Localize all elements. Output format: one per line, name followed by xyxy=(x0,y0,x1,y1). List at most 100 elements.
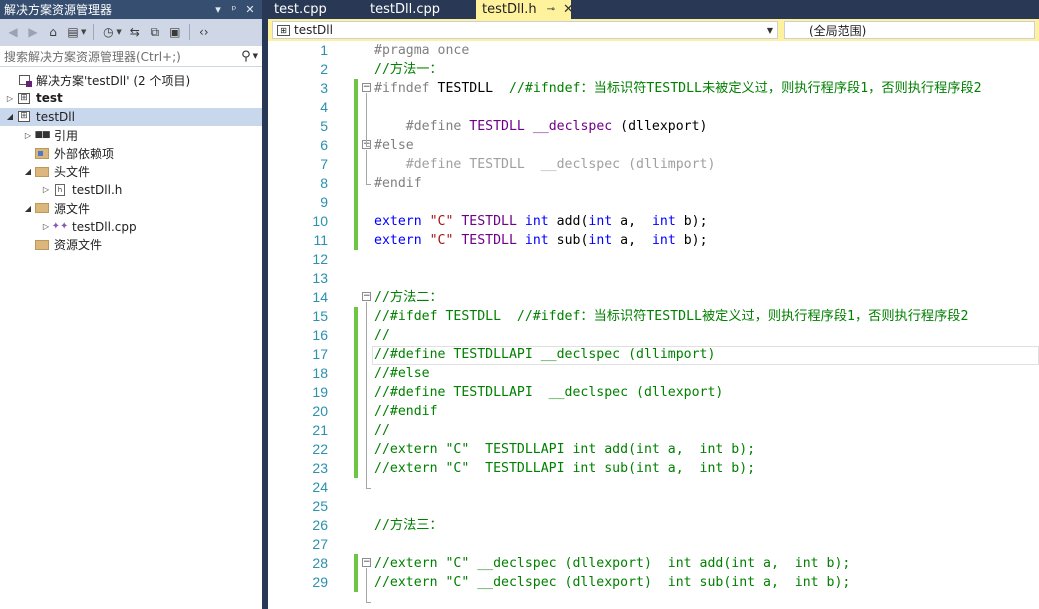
code-line[interactable]: 28 −//extern "C" __declspec (dllexport) i… xyxy=(268,554,1039,573)
code-line[interactable]: 18 //#else xyxy=(268,364,1039,383)
tree-item[interactable]: 解决方案'testDll' (2 个项目) xyxy=(0,71,262,89)
collapse-region-icon[interactable]: − xyxy=(362,558,371,567)
code-token: //#ifdef TESTDLL //#ifdef：当标识符TESTDLL被定义… xyxy=(374,309,969,324)
sync-icon[interactable]: ⇆ xyxy=(126,23,144,41)
chevron-down-icon[interactable]: ▼ xyxy=(116,28,121,36)
expander-icon[interactable]: ▷ xyxy=(4,94,16,103)
code-line[interactable]: 17 //#define TESTDLLAPI __declspec (dllim… xyxy=(268,345,1039,365)
expander-icon[interactable]: ▷ xyxy=(22,131,34,140)
code-text: // xyxy=(374,326,390,345)
code-line[interactable]: 16 // xyxy=(268,326,1039,345)
expander-icon[interactable]: ◢ xyxy=(22,167,34,176)
code-line[interactable]: 23 //extern "C" TESTDLLAPI int sub(int a,… xyxy=(268,459,1039,478)
code-line[interactable]: 5 #define TESTDLL __declspec (dllexport) xyxy=(268,117,1039,136)
code-text: //方法二： xyxy=(374,288,443,307)
view-code-icon[interactable]: ‹› xyxy=(195,23,213,41)
scope-dropdown[interactable]: (全局范围) xyxy=(784,21,1035,39)
folder-icon xyxy=(34,201,50,215)
panel-menu-icon[interactable]: ▾ xyxy=(210,3,226,16)
code-line[interactable]: 11 extern "C" TESTDLL int sub(int a, int … xyxy=(268,231,1039,250)
code-line[interactable]: 3 − #ifndef TESTDLL //#ifndef：当标识符TESTDLL未… xyxy=(268,79,1039,98)
code-line[interactable]: 26 //方法三： xyxy=(268,516,1039,535)
tree-item[interactable]: ◢ ⊞ testDll xyxy=(0,107,262,126)
tree-item[interactable]: ◢ 头文件 xyxy=(0,162,262,180)
expander-icon[interactable]: ◢ xyxy=(22,204,34,213)
code-line[interactable]: 1 #pragma once xyxy=(268,41,1039,60)
pending-changes-filter-icon[interactable]: ◷ xyxy=(99,23,117,41)
code-line[interactable]: 9 xyxy=(268,193,1039,212)
solution-explorer-search[interactable]: 搜索解决方案资源管理器(Ctrl+;) ⚲ ▼ xyxy=(0,45,262,67)
change-indicator-bar xyxy=(354,117,358,136)
tab-test-cpp[interactable]: test.cpp xyxy=(268,0,364,19)
tree-item[interactable]: 外部依赖项 xyxy=(0,144,262,162)
tree-item[interactable]: 资源文件 xyxy=(0,236,262,254)
solution-explorer-panel: 解决方案资源管理器 ▾ ᵖ ✕ ◀ ▶ ⌂ ▤ ▼ ◷ ▼ ⇆ ⧉ ▣ ‹› 搜索解… xyxy=(0,0,262,609)
code-line[interactable]: 27 xyxy=(268,535,1039,554)
code-area[interactable]: 1 #pragma once 2//方法一： 3− #ifndef TESTDLL //… xyxy=(268,41,1039,609)
references-icon: ■■ xyxy=(34,128,50,142)
code-line[interactable]: 7 #define TESTDLL __declspec (dllimport) xyxy=(268,155,1039,174)
line-number: 5 xyxy=(320,118,328,134)
code-line[interactable]: 10 extern "C" TESTDLL int add(int a, int … xyxy=(268,212,1039,231)
line-number: 20 xyxy=(312,403,328,419)
outline-guide xyxy=(366,302,367,488)
forward-icon[interactable]: ▶ xyxy=(24,23,42,41)
code-token: a, xyxy=(620,233,652,248)
code-line[interactable]: 21 // xyxy=(268,421,1039,440)
chevron-down-icon[interactable]: ▼ xyxy=(81,28,86,36)
code-token: add( xyxy=(556,214,589,229)
code-line[interactable]: 8 #endif xyxy=(268,174,1039,193)
close-tab-icon[interactable]: ✕ xyxy=(563,2,574,17)
home-icon[interactable]: ⌂ xyxy=(44,23,62,41)
code-line[interactable]: 15 //#ifdef TESTDLL //#ifdef：当标识符TESTDLL被… xyxy=(268,307,1039,326)
collapse-region-icon[interactable]: − xyxy=(362,83,371,92)
tree-item-label: 头文件 xyxy=(54,165,91,180)
code-token: //#endif xyxy=(374,404,438,419)
tree-item[interactable]: ▷ ✦✦ testDll.cpp xyxy=(0,217,262,235)
tree-item[interactable]: ▷ ⊞ test xyxy=(0,89,262,107)
search-input[interactable]: 搜索解决方案资源管理器(Ctrl+;) xyxy=(4,48,241,65)
collapse-region-icon[interactable]: − xyxy=(362,292,371,301)
expander-icon[interactable]: ◢ xyxy=(4,112,16,121)
code-line[interactable]: 14 −//方法二： xyxy=(268,288,1039,307)
line-number: 28 xyxy=(312,555,328,571)
code-text: #else xyxy=(374,136,414,155)
chevron-down-icon[interactable]: ▼ xyxy=(767,26,773,35)
tab-testdll-h[interactable]: testDll.h ⊸ ✕ xyxy=(476,0,574,19)
pin-icon[interactable]: ᵖ xyxy=(226,3,242,16)
code-text: //#ifdef TESTDLL //#ifdef：当标识符TESTDLL被定义… xyxy=(374,307,968,326)
chevron-down-icon[interactable]: ▼ xyxy=(253,52,258,60)
code-line[interactable]: 29 //extern "C" __declspec (dllexport) in… xyxy=(268,573,1039,592)
code-token: //方法二： xyxy=(374,290,443,305)
project-dropdown[interactable]: ⊞ testDll ▼ xyxy=(272,21,778,39)
external-dependencies-icon xyxy=(34,146,50,160)
expander-icon[interactable]: ▷ xyxy=(40,222,52,231)
change-indicator-bar xyxy=(354,364,358,383)
code-line[interactable]: 13 xyxy=(268,269,1039,288)
code-token: TESTDLL xyxy=(461,214,525,229)
tree-item[interactable]: ▷ h testDll.h xyxy=(0,181,262,199)
code-line[interactable]: 19 //#define TESTDLLAPI __declspec (dllex… xyxy=(268,383,1039,402)
search-icon[interactable]: ⚲ xyxy=(241,49,251,64)
code-line[interactable]: 25 xyxy=(268,497,1039,516)
tab-testdll-cpp[interactable]: testDll.cpp xyxy=(364,0,476,19)
code-line[interactable]: 22 //extern "C" TESTDLLAPI int add(int a,… xyxy=(268,440,1039,459)
switch-views-icon[interactable]: ▤ xyxy=(64,23,82,41)
pin-tab-icon[interactable]: ⊸ xyxy=(547,4,555,15)
properties-icon[interactable]: ▣ xyxy=(166,23,184,41)
code-line[interactable]: 6−#else xyxy=(268,136,1039,155)
code-text: //extern "C" TESTDLLAPI int add(int a, i… xyxy=(374,440,755,459)
collapse-all-icon[interactable]: ⧉ xyxy=(146,23,164,41)
code-line[interactable]: 24 xyxy=(268,478,1039,497)
tree-item[interactable]: ▷ ■■ 引用 xyxy=(0,126,262,144)
close-panel-icon[interactable]: ✕ xyxy=(242,3,258,16)
code-line[interactable]: 2 //方法一： xyxy=(268,60,1039,79)
back-icon[interactable]: ◀ xyxy=(4,23,22,41)
code-line[interactable]: 20 //#endif xyxy=(268,402,1039,421)
code-text: //方法三： xyxy=(374,516,443,535)
outline-guide-end xyxy=(366,146,371,147)
code-line[interactable]: 4 xyxy=(268,98,1039,117)
expander-icon[interactable]: ▷ xyxy=(40,185,52,194)
code-line[interactable]: 12 xyxy=(268,250,1039,269)
tree-item[interactable]: ◢ 源文件 xyxy=(0,199,262,217)
